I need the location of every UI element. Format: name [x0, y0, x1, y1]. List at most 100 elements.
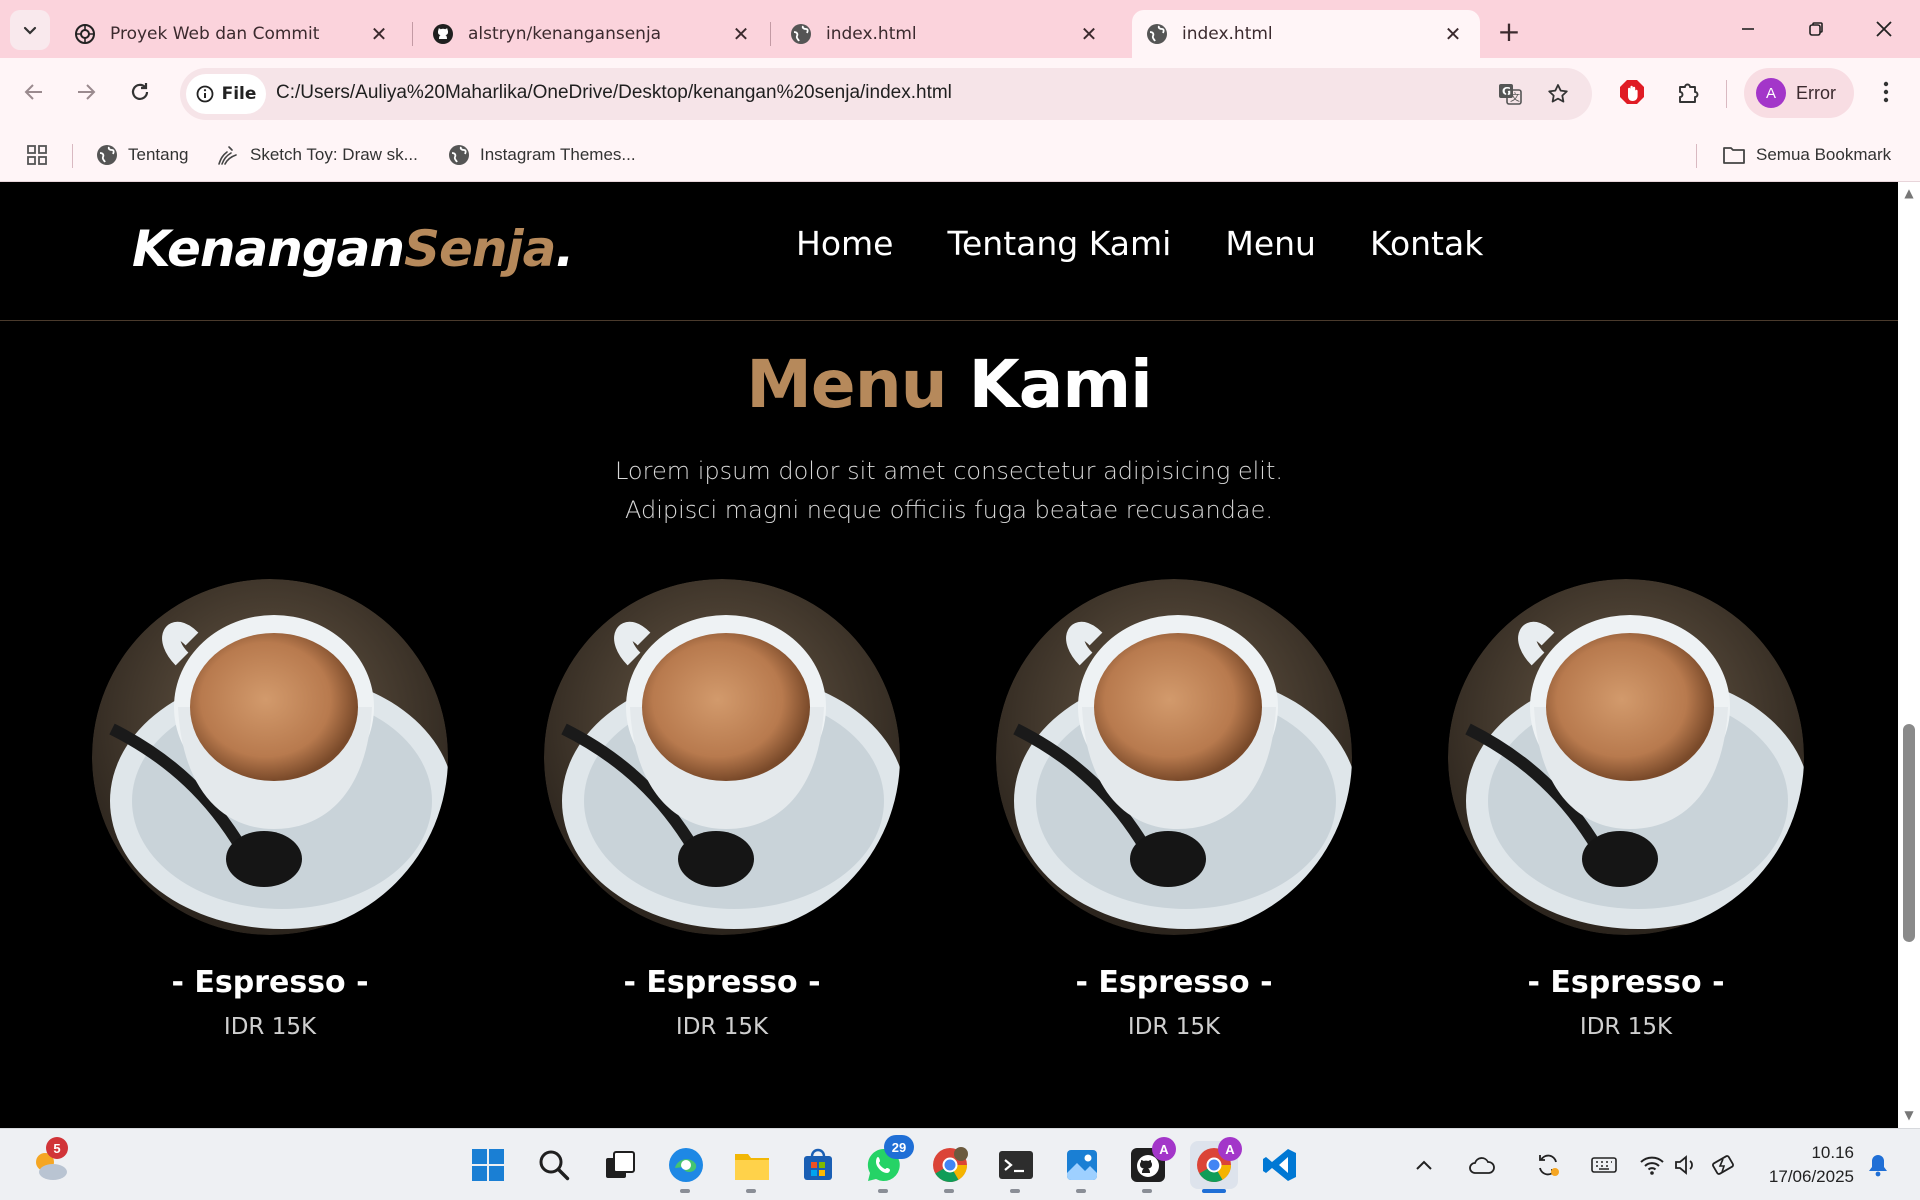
site-logo[interactable]: KenanganSenja. — [132, 220, 574, 278]
photos-icon — [1067, 1150, 1097, 1180]
running-indicator — [1202, 1189, 1226, 1193]
running-indicator — [680, 1189, 690, 1193]
system-clock[interactable]: 10.16 17/06/2025 — [1756, 1141, 1854, 1189]
nav-link-tentang-kami[interactable]: Tentang Kami — [947, 224, 1171, 263]
chevron-down-icon — [23, 26, 37, 35]
battery-tray-icon[interactable] — [1710, 1151, 1738, 1179]
tab-separator — [412, 22, 413, 46]
chrome-icon — [933, 1147, 968, 1182]
translate-icon[interactable]: G文 — [1496, 80, 1524, 108]
close-tab-icon[interactable]: ✕ — [1442, 22, 1464, 46]
bookmark-tentang[interactable]: Tentang — [96, 140, 189, 170]
github-icon — [432, 23, 454, 45]
tab-title: index.html — [826, 24, 917, 44]
all-bookmarks-button[interactable]: Semua Bookmark — [1722, 140, 1891, 170]
new-tab-button[interactable]: + — [1492, 14, 1526, 48]
page-scrollbar[interactable]: ▲ ▼ — [1898, 182, 1920, 1128]
vscode-icon — [1263, 1149, 1296, 1181]
info-icon — [196, 85, 213, 103]
edge-icon — [669, 1148, 703, 1182]
all-bookmarks-label: Semua Bookmark — [1756, 145, 1892, 164]
sketch-icon — [218, 146, 237, 165]
site-nav-links: Home Tentang Kami Menu Kontak — [796, 224, 1483, 263]
url-text[interactable]: C:/Users/Auliya%20Maharlika/OneDrive/Des… — [276, 82, 952, 104]
sync-tray-icon[interactable] — [1534, 1151, 1562, 1179]
start-button[interactable] — [464, 1141, 512, 1189]
taskbar-edge[interactable] — [662, 1141, 710, 1193]
show-hidden-icons-button[interactable] — [1410, 1151, 1438, 1179]
forward-button[interactable] — [66, 72, 106, 112]
apps-button[interactable] — [26, 140, 48, 170]
back-button[interactable] — [14, 72, 54, 112]
tab-proyek-web[interactable]: Proyek Web dan Commit ✕ — [60, 10, 406, 58]
tab-search-button[interactable] — [10, 10, 50, 50]
taskbar-photos[interactable] — [1058, 1141, 1106, 1193]
address-bar[interactable]: File C:/Users/Auliya%20Maharlika/OneDriv… — [180, 68, 1592, 120]
notifications-button[interactable] — [1864, 1151, 1892, 1179]
taskbar-whatsapp[interactable]: 29 — [860, 1135, 914, 1193]
github-profile-badge: A — [1152, 1137, 1176, 1161]
scroll-down-icon[interactable]: ▼ — [1903, 1109, 1915, 1121]
tab-index-active[interactable]: index.html ✕ — [1132, 10, 1480, 58]
profile-status-label: Error — [1796, 82, 1836, 103]
onedrive-tray-icon[interactable] — [1468, 1151, 1496, 1179]
running-indicator — [944, 1189, 954, 1193]
nav-link-kontak[interactable]: Kontak — [1370, 224, 1483, 263]
extensions-puzzle-icon[interactable] — [1670, 74, 1706, 110]
restore-button[interactable] — [1782, 8, 1850, 50]
adblock-extension-icon[interactable] — [1614, 74, 1650, 110]
globe-icon — [1146, 23, 1168, 45]
close-window-button[interactable] — [1850, 8, 1918, 50]
avatar: A — [1756, 78, 1786, 108]
tab-index-1[interactable]: index.html ✕ — [776, 10, 1116, 58]
bookmark-sketch-toy[interactable]: Sketch Toy: Draw sk... — [216, 140, 418, 170]
site-info-label: File — [221, 84, 257, 104]
scroll-up-icon[interactable]: ▲ — [1903, 187, 1915, 199]
restore-icon — [1809, 22, 1823, 36]
espresso-image — [996, 579, 1352, 935]
nav-link-menu[interactable]: Menu — [1225, 224, 1316, 263]
volume-tray-icon[interactable] — [1672, 1151, 1700, 1179]
weather-badge: 5 — [46, 1137, 68, 1159]
menu-card: - Espresso - IDR 15K — [994, 579, 1354, 1040]
store-icon — [804, 1148, 832, 1180]
site-info-chip[interactable]: File — [186, 74, 266, 114]
browser-menu-button[interactable] — [1868, 74, 1904, 110]
search-button[interactable] — [530, 1141, 578, 1189]
bookmark-instagram-themes[interactable]: Instagram Themes... — [448, 140, 636, 170]
bookmark-star-icon[interactable] — [1544, 80, 1572, 108]
taskbar-file-explorer[interactable] — [728, 1141, 776, 1193]
close-tab-icon[interactable]: ✕ — [1078, 22, 1100, 46]
keyboard-tray-icon[interactable] — [1590, 1151, 1618, 1179]
minimize-button[interactable] — [1714, 8, 1782, 50]
taskbar-vscode[interactable] — [1256, 1141, 1304, 1189]
taskbar-microsoft-store[interactable] — [794, 1141, 842, 1189]
taskbar-terminal[interactable] — [992, 1141, 1040, 1193]
profile-button[interactable]: A Error — [1744, 68, 1854, 118]
keyboard-icon — [1591, 1157, 1617, 1173]
menu-item-price: IDR 15K — [1579, 1014, 1673, 1040]
taskbar-github-desktop[interactable]: A — [1124, 1137, 1176, 1193]
nav-link-home[interactable]: Home — [796, 224, 893, 263]
espresso-image — [92, 579, 448, 935]
taskbar-chrome[interactable]: A — [1190, 1137, 1242, 1193]
close-tab-icon[interactable]: ✕ — [368, 22, 390, 46]
site-navbar: KenanganSenja. Home Tentang Kami Menu Ko… — [0, 182, 1898, 321]
web-page: KenanganSenja. Home Tentang Kami Menu Ko… — [0, 182, 1898, 1128]
taskbar-chrome-profile-2[interactable] — [926, 1141, 974, 1193]
reload-button[interactable] — [120, 72, 160, 112]
menu-item-price: IDR 15K — [1127, 1014, 1221, 1040]
task-view-button[interactable] — [596, 1141, 644, 1189]
windows-taskbar: 5 29 A A 10.16 17/06/2025 — [0, 1128, 1920, 1200]
menu-item-name: - Espresso - — [623, 965, 821, 1000]
bookmarks-bar: Tentang Sketch Toy: Draw sk... Instagram… — [0, 130, 1920, 182]
globe-icon — [97, 145, 117, 165]
weather-widget[interactable]: 5 — [26, 1137, 74, 1189]
whatsapp-badge: 29 — [884, 1135, 914, 1159]
wifi-tray-icon[interactable] — [1638, 1151, 1666, 1179]
menu-card: - Espresso - IDR 15K — [90, 579, 450, 1040]
tab-github[interactable]: alstryn/kenangansenja ✕ — [418, 10, 768, 58]
bell-icon — [1869, 1155, 1887, 1177]
close-tab-icon[interactable]: ✕ — [730, 22, 752, 46]
scrollbar-thumb[interactable] — [1903, 724, 1915, 942]
